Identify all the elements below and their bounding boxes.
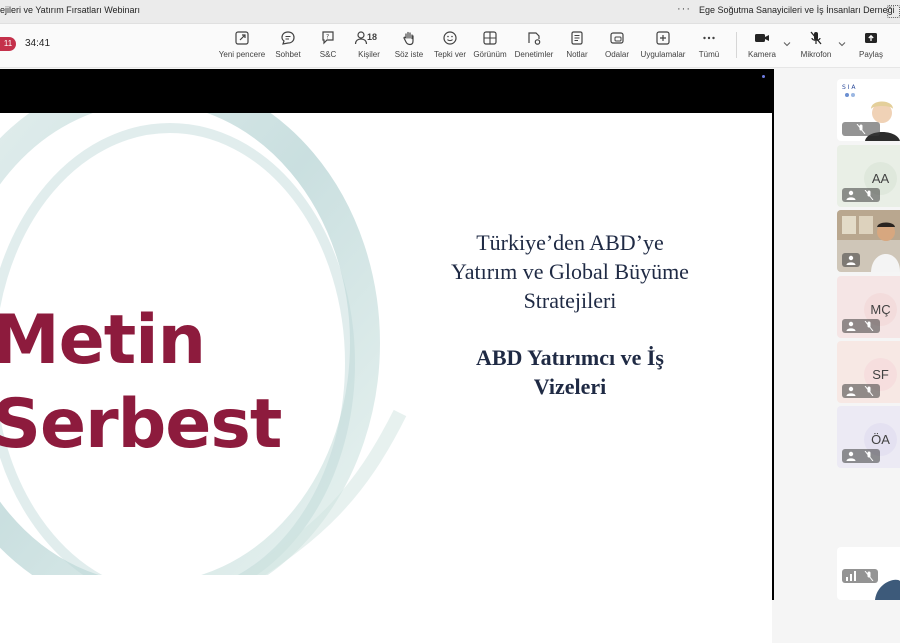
emoji-icon — [431, 30, 469, 48]
react-button[interactable]: Tepki ver — [431, 30, 469, 64]
meeting-timer: 34:41 — [25, 38, 51, 49]
mic-muted-icon — [864, 571, 874, 581]
svg-text:?: ? — [326, 34, 329, 41]
person-icon — [846, 386, 856, 396]
share-screen-icon — [856, 30, 886, 48]
participant-status-indicator — [842, 188, 880, 202]
mic-muted-icon — [856, 124, 866, 134]
microphone-options-chevron-down-icon[interactable] — [838, 40, 846, 50]
meeting-toolbar: 11 34:41 Yeni pencere Sohbet ? S&C 18 Ki… — [0, 24, 900, 68]
person-icon — [846, 451, 856, 461]
participant-tile-video-2[interactable] — [837, 210, 900, 272]
notes-icon — [563, 30, 591, 48]
participant-tile-oa[interactable]: ÖA — [837, 406, 900, 468]
participant-tile-video-1[interactable]: S I A — [837, 79, 900, 141]
self-view-tile[interactable] — [837, 547, 900, 600]
slide-subtitle-line-1: ABD Yatırımcı ve İş — [476, 345, 664, 370]
controls-label: Denetimler — [514, 50, 554, 59]
slide-title-line-2: Yatırım ve Global Büyüme — [451, 259, 689, 284]
participant-status-indicator — [842, 122, 880, 136]
view-button[interactable]: Görünüm — [472, 30, 508, 64]
raise-hand-button[interactable]: Söz iste — [393, 30, 425, 64]
share-label: Paylaş — [858, 50, 883, 59]
microphone-button[interactable]: Mikrofon — [797, 30, 835, 64]
slide-subtitle-line-2: Vizeleri — [533, 374, 607, 399]
more-label: Tümü — [698, 50, 720, 59]
organization-name: Ege Soğutma Sanayicileri ve İş İnsanları… — [699, 5, 895, 15]
participant-status-indicator — [842, 319, 880, 333]
react-label: Tepki ver — [433, 50, 466, 59]
slide-subtitle: ABD Yatırımcı ve İş Vizeleri — [390, 343, 750, 401]
toolbar-divider — [736, 32, 737, 58]
chat-icon — [272, 30, 304, 48]
more-options-icon[interactable]: ··· — [677, 3, 691, 15]
title-bar: ejileri ve Yatırım Fırsatları Webinarı ·… — [0, 0, 900, 24]
settings-icon — [512, 30, 556, 48]
participant-status-indicator — [842, 253, 860, 267]
chat-button[interactable]: Sohbet — [272, 30, 304, 64]
self-status-indicator — [842, 569, 878, 583]
person-icon — [846, 255, 856, 265]
people-label: Kişiler — [358, 50, 380, 59]
participant-status-indicator — [842, 384, 880, 398]
participant-gallery: S I A AA MÇ SF ÖA — [837, 69, 900, 600]
chat-label: Sohbet — [275, 50, 301, 59]
mic-muted-icon — [864, 451, 874, 461]
mic-muted-icon — [864, 386, 874, 396]
participant-tile-aa[interactable]: AA — [837, 145, 900, 207]
microphone-label: Mikrofon — [800, 50, 832, 59]
slide-title: Türkiye’den ABD’ye Yatırım ve Global Büy… — [390, 228, 750, 315]
grid-view-icon — [472, 30, 508, 48]
participant-tile-sf[interactable]: SF — [837, 341, 900, 403]
view-label: Görünüm — [473, 50, 507, 59]
qa-button[interactable]: ? S&C — [314, 30, 342, 64]
recording-badge: 11 — [0, 37, 16, 51]
breakout-rooms-icon — [602, 30, 632, 48]
signal-bars-icon — [846, 571, 856, 581]
speaker-first-name: Metin — [0, 301, 206, 380]
person-icon — [846, 190, 856, 200]
speaker-last-name: Serbest — [0, 385, 282, 464]
rooms-label: Odalar — [604, 50, 629, 59]
participant-status-indicator — [842, 449, 880, 463]
mic-muted-icon — [864, 190, 874, 200]
pop-out-icon — [218, 30, 266, 48]
stage-indicator-dot — [762, 75, 765, 78]
mic-muted-icon — [864, 321, 874, 331]
people-icon: 18 — [352, 30, 386, 48]
camera-button[interactable]: Kamera — [745, 30, 779, 64]
shared-screen-stage: Metin Serbest Türkiye’den ABD’ye Yatırım… — [0, 69, 774, 643]
new-window-button[interactable]: Yeni pencere — [218, 30, 266, 64]
question-answer-icon: ? — [314, 30, 342, 48]
qa-label: S&C — [319, 50, 337, 59]
controls-button[interactable]: Denetimler — [512, 30, 556, 64]
slide-title-line-3: Stratejileri — [523, 288, 617, 313]
people-button[interactable]: 18 Kişiler — [352, 30, 386, 64]
hand-icon — [393, 30, 425, 48]
raise-hand-label: Söz iste — [394, 50, 424, 59]
share-button[interactable]: Paylaş — [856, 30, 886, 64]
organization-logo-icon — [887, 5, 900, 18]
new-window-label: Yeni pencere — [218, 50, 266, 59]
participant-tile-mc[interactable]: MÇ — [837, 276, 900, 338]
person-icon — [846, 321, 856, 331]
notes-label: Notlar — [566, 50, 588, 59]
more-horizontal-icon — [694, 30, 724, 48]
microphone-muted-icon — [797, 30, 835, 48]
apps-label: Uygulamalar — [640, 50, 686, 59]
notes-button[interactable]: Notlar — [563, 30, 591, 64]
camera-icon — [745, 30, 779, 48]
rooms-button[interactable]: Odalar — [602, 30, 632, 64]
people-count: 18 — [367, 32, 378, 42]
more-button[interactable]: Tümü — [694, 30, 724, 64]
camera-label: Kamera — [747, 50, 776, 59]
apps-button[interactable]: Uygulamalar — [638, 30, 688, 64]
add-app-icon — [638, 30, 688, 48]
slide-title-line-1: Türkiye’den ABD’ye — [476, 230, 664, 255]
meeting-title: ejileri ve Yatırım Fırsatları Webinarı — [0, 5, 141, 15]
speaker-name: Metin Serbest — [0, 299, 282, 467]
camera-options-chevron-down-icon[interactable] — [783, 40, 791, 50]
presentation-slide: Metin Serbest Türkiye’den ABD’ye Yatırım… — [0, 113, 772, 643]
